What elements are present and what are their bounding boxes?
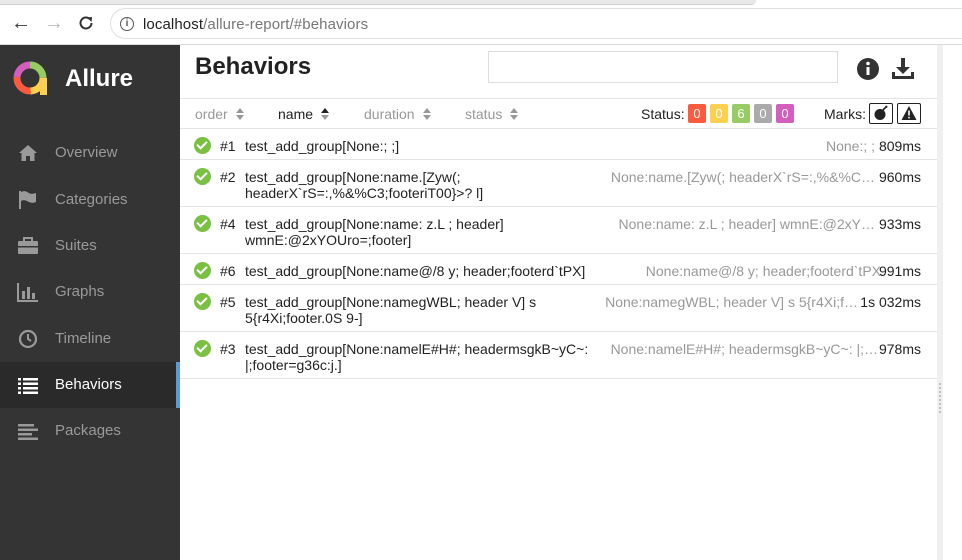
sidebar-item-packages[interactable]: Packages — [0, 408, 180, 454]
bar-chart-icon — [17, 283, 38, 302]
row-order: #3 — [220, 341, 236, 357]
sidebar-item-label: Categories — [55, 191, 128, 208]
browser-tab-strip — [0, 0, 756, 5]
row-duration: 1s 032ms — [860, 294, 921, 310]
row-duration: 960ms — [878, 169, 921, 185]
status-badge-failed[interactable]: 0 — [688, 104, 706, 123]
sidebar: Allure Overview Categories Suites Graphs — [0, 45, 180, 560]
allure-logo-icon — [13, 61, 47, 95]
site-info-icon[interactable]: i — [120, 17, 134, 31]
row-name: test_add_group[None:name@/8 y; header;fo… — [245, 263, 586, 279]
sorter-name[interactable]: name — [278, 106, 330, 122]
table-row[interactable]: #4 test_add_group[None:name: z.L ; heade… — [180, 207, 937, 254]
status-badge-skipped[interactable]: 0 — [754, 104, 772, 123]
row-order: #1 — [220, 138, 236, 154]
page-title: Behaviors — [195, 53, 312, 80]
brand[interactable]: Allure — [0, 45, 180, 115]
sort-arrows-icon — [422, 108, 431, 120]
sidebar-item-suites[interactable]: Suites — [0, 223, 180, 269]
row-order: #2 — [220, 169, 236, 185]
table-row[interactable]: #2 test_add_group[None:name.[Zyw(; heade… — [180, 160, 937, 207]
sidebar-item-graphs[interactable]: Graphs — [0, 269, 180, 315]
align-left-icon — [18, 424, 38, 440]
row-duration: 978ms — [878, 341, 921, 357]
passed-status-icon — [194, 262, 211, 279]
row-parameters: None:name@/8 y; header;footerd`tPX — [645, 263, 881, 279]
row-name: test_add_group[None:name.[Zyw(; headerX`… — [245, 169, 484, 201]
table-row[interactable]: #6 test_add_group[None:name@/8 y; header… — [180, 254, 937, 285]
row-name: test_add_group[None:name: z.L ; header] … — [245, 216, 504, 248]
brand-name: Allure — [65, 65, 134, 92]
sorter-status[interactable]: status — [465, 106, 519, 122]
warning-icon — [901, 106, 917, 120]
clock-icon — [18, 329, 38, 349]
passed-status-icon — [194, 293, 211, 310]
reload-icon[interactable] — [75, 12, 97, 34]
table-row[interactable]: #3 test_add_group[None:namelE#H#; header… — [180, 332, 937, 379]
browser-toolbar: ← → i localhost/allure-report/#behaviors — [0, 0, 962, 45]
new-failed-mark-button[interactable] — [897, 103, 921, 124]
forward-arrow-icon[interactable]: → — [43, 12, 65, 34]
toolbar: order name duration status Status: 0 0 6… — [180, 98, 937, 129]
sorter-order[interactable]: order — [195, 106, 244, 122]
row-duration: 933ms — [878, 216, 921, 232]
sidebar-item-label: Suites — [55, 237, 97, 254]
passed-status-icon — [194, 340, 211, 357]
table-row[interactable]: #5 test_add_group[None:namegWBL; header … — [180, 285, 937, 332]
search-input[interactable] — [488, 51, 838, 83]
row-parameters: None:name.[Zyw(; headerX`rS=:,%&%C… — [610, 169, 875, 185]
sorter-duration[interactable]: duration — [364, 106, 431, 122]
flaky-mark-button[interactable] — [869, 103, 893, 124]
sort-arrows-icon — [510, 108, 519, 120]
row-order: #6 — [220, 263, 236, 279]
sidebar-item-timeline[interactable]: Timeline — [0, 316, 180, 362]
status-filter-label: Status: — [641, 106, 685, 122]
address-bar[interactable]: i localhost/allure-report/#behaviors — [110, 8, 962, 39]
row-order: #4 — [220, 216, 236, 232]
marks-filter-label: Marks: — [824, 106, 866, 122]
sort-arrows-icon — [321, 108, 330, 120]
info-icon[interactable] — [856, 57, 880, 81]
drag-handle-icon[interactable] — [938, 382, 942, 414]
url-text: localhost/allure-report/#behaviors — [143, 16, 369, 33]
row-parameters: None:; ; — [825, 138, 875, 154]
sidebar-item-label: Timeline — [55, 330, 112, 347]
sidebar-item-label: Packages — [55, 422, 121, 439]
bomb-icon — [874, 105, 888, 120]
row-parameters: None:namegWBL; header V] s 5{r4Xi;f… — [605, 294, 858, 310]
list-icon — [18, 378, 38, 394]
sidebar-item-behaviors[interactable]: Behaviors — [0, 362, 180, 408]
briefcase-icon — [18, 237, 38, 254]
sidebar-item-label: Graphs — [55, 283, 105, 300]
behaviors-pane: Behaviors order name duration status Sta… — [180, 45, 937, 560]
sidebar-item-overview[interactable]: Overview — [0, 130, 180, 176]
download-icon[interactable] — [891, 57, 915, 81]
row-name: test_add_group[None:; ;] — [245, 138, 400, 154]
passed-status-icon — [194, 137, 211, 154]
detail-pane-splitter[interactable] — [937, 45, 962, 560]
row-order: #5 — [220, 294, 236, 310]
row-parameters: None:name: z.L ; header] wmnE:@2xY… — [618, 216, 875, 232]
row-duration: 991ms — [878, 263, 921, 279]
status-badge-passed[interactable]: 6 — [732, 104, 750, 123]
sidebar-item-label: Overview — [55, 144, 118, 161]
status-badge-broken[interactable]: 0 — [710, 104, 728, 123]
home-icon — [19, 145, 37, 161]
passed-status-icon — [194, 168, 211, 185]
row-name: test_add_group[None:namelE#H#; headermsg… — [245, 341, 589, 373]
status-badge-unknown[interactable]: 0 — [776, 104, 794, 123]
passed-status-icon — [194, 215, 211, 232]
row-name: test_add_group[None:namegWBL; header V] … — [245, 294, 537, 326]
back-arrow-icon[interactable]: ← — [10, 12, 32, 34]
sidebar-item-label: Behaviors — [55, 376, 122, 393]
flag-icon — [19, 191, 36, 209]
row-parameters: None:namelE#H#; headermsgkB~yC~: |;… — [610, 341, 878, 357]
table-row[interactable]: #1 test_add_group[None:; ;] None:; ; 809… — [180, 129, 937, 160]
sort-arrows-icon — [235, 108, 244, 120]
sidebar-item-categories[interactable]: Categories — [0, 177, 180, 223]
row-duration: 809ms — [878, 138, 921, 154]
